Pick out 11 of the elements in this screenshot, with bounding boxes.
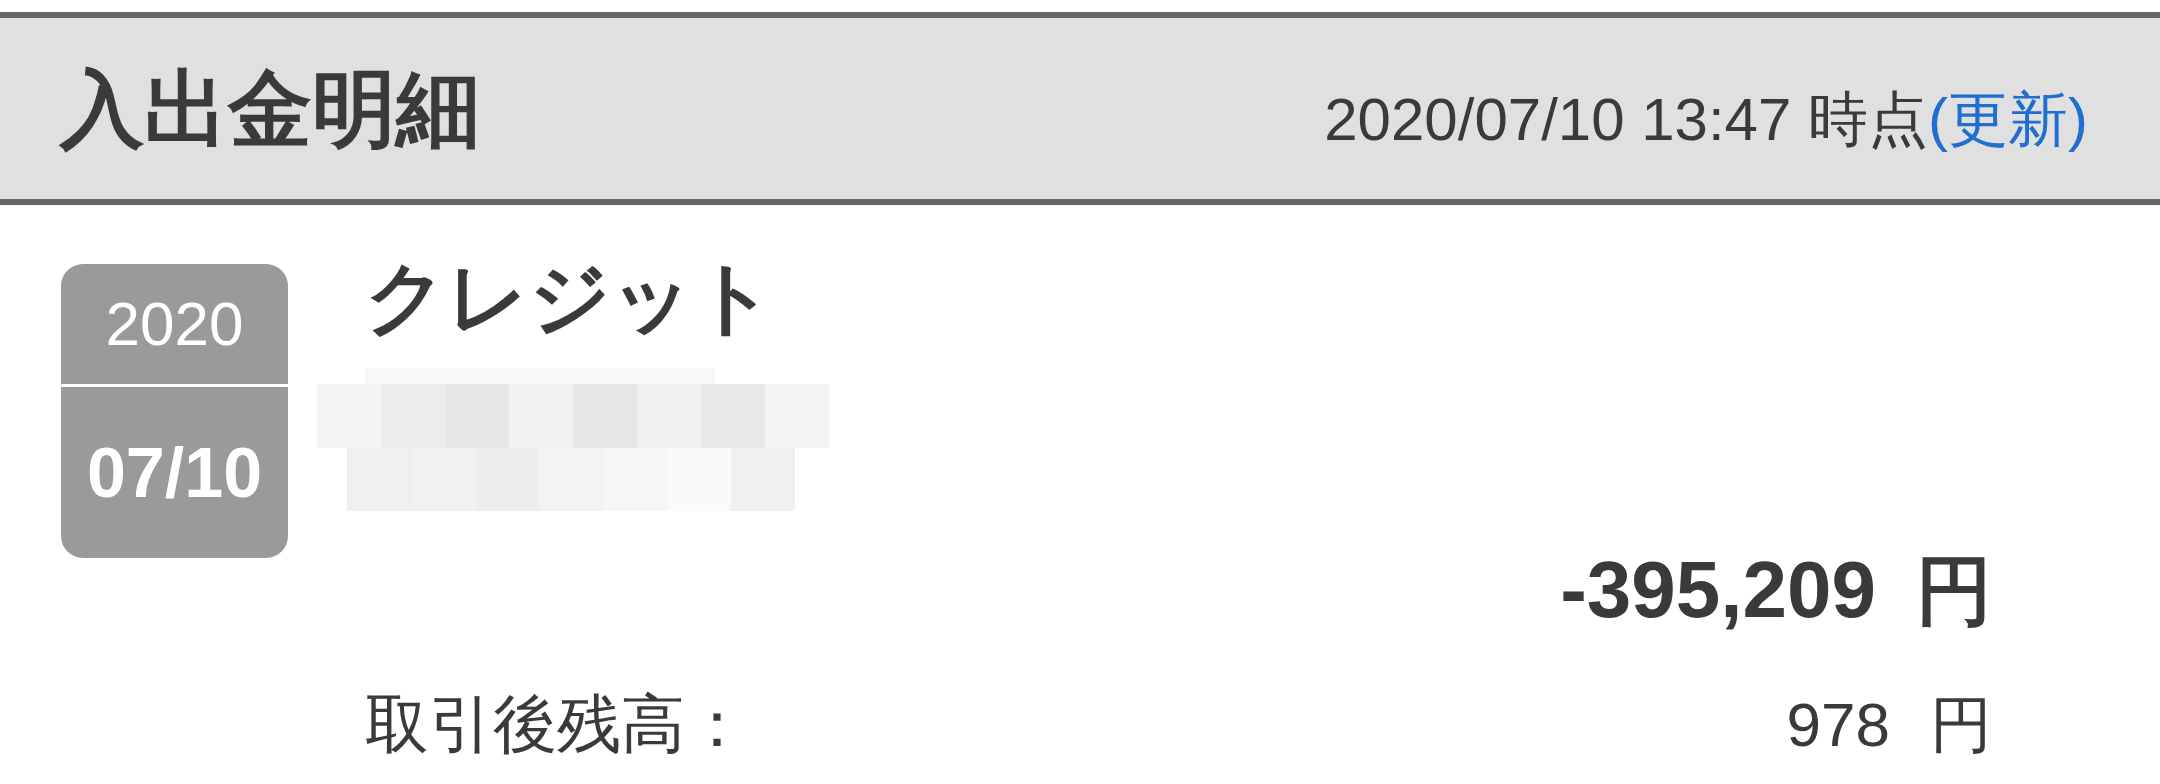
transaction-amount: -395,209 [1560,550,1876,630]
page-title: 入出金明細 [60,66,480,151]
timestamp-text: 2020/07/10 13:47 時点 [1324,89,1929,150]
balance-amount: 978 [1786,694,1890,756]
currency-unit: 円 [1916,553,1992,629]
date-year: 2020 [105,293,244,355]
transaction-title: クレジット [365,258,775,338]
currency-unit: 円 [1930,694,1992,756]
refresh-link[interactable]: (更新) [1928,89,2088,150]
balance-label: 取引後残高： [365,692,749,756]
date-day: 07/10 [86,437,263,508]
